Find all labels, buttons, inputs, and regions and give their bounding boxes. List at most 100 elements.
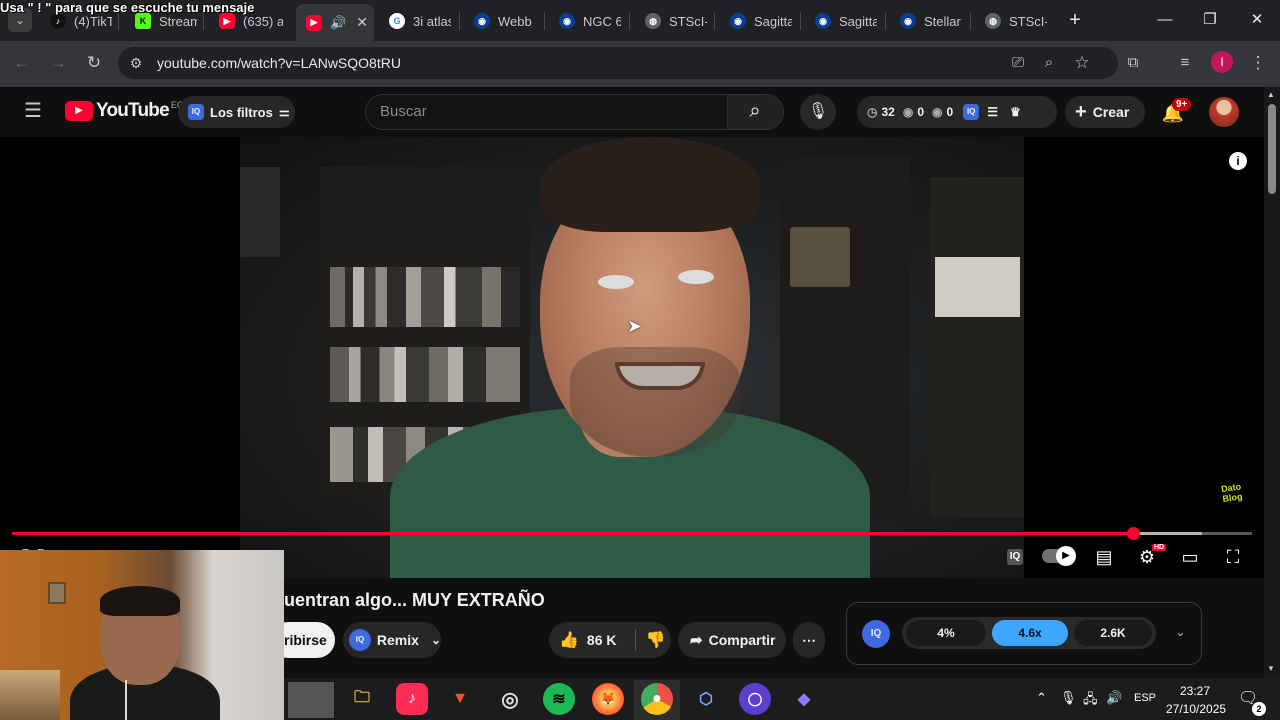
tray-language[interactable]: ESP xyxy=(1134,692,1156,704)
autoplay-toggle[interactable]: ▶ xyxy=(1042,546,1076,566)
poster xyxy=(935,257,1020,317)
progress-scrubber-handle[interactable] xyxy=(1126,527,1140,540)
brave-browser-icon[interactable]: ▼ xyxy=(444,683,476,715)
tab-sagitta-1[interactable]: ◉ Sagitta xyxy=(730,6,792,36)
channel-avatar[interactable] xyxy=(1209,97,1239,127)
webcam-person-hair xyxy=(100,586,180,616)
obs-studio-icon[interactable]: ◎ xyxy=(494,683,526,715)
hamburger-menu-icon[interactable]: ☰ xyxy=(21,99,45,123)
bookmark-star-icon[interactable]: ☆ xyxy=(1070,51,1094,75)
iq-stat-percent[interactable]: 4% xyxy=(906,620,986,646)
thumbs-down-icon[interactable]: 👎 xyxy=(646,630,666,650)
iq-stat-count[interactable]: 2.6K xyxy=(1074,620,1152,646)
create-button[interactable]: + Crear xyxy=(1065,96,1145,128)
tab-title: 3i atlas xyxy=(413,13,451,29)
presenter-eye-left xyxy=(598,275,634,289)
tab-sagitta-2[interactable]: ◉ Sagitta xyxy=(815,6,877,36)
close-window-icon[interactable]: ✕ xyxy=(1237,8,1277,32)
list-icon[interactable]: ☰ xyxy=(987,105,998,119)
browser-menu-icon[interactable]: ⋮ xyxy=(1246,51,1270,75)
file-explorer-icon[interactable]: 🗀 xyxy=(346,683,378,715)
scroll-up-arrow-icon[interactable]: ▲ xyxy=(1267,90,1275,99)
restore-icon[interactable]: ❐ xyxy=(1190,8,1230,32)
tray-volume-icon[interactable]: 🔊 xyxy=(1106,690,1122,706)
forward-icon[interactable]: → xyxy=(46,51,70,75)
share-arrow-icon: ➦ xyxy=(690,632,703,649)
like-button[interactable]: 👍 86 K 👎 xyxy=(549,622,671,658)
address-url[interactable]: youtube.com/watch?v=LANwSQO8tRU xyxy=(157,55,401,71)
remix-button[interactable]: IQ Remix ⌄ xyxy=(343,622,441,658)
media-controls-icon[interactable]: ≡ xyxy=(1173,51,1197,75)
youtube-logo[interactable]: ▶ YouTube EC xyxy=(65,100,183,122)
tiktok-app-icon[interactable]: ♪ xyxy=(396,683,428,715)
site-info-icon[interactable]: ⚙ xyxy=(124,51,148,75)
zoom-icon[interactable]: ⌕ xyxy=(1037,51,1061,75)
nasa-icon: ◉ xyxy=(815,13,831,29)
back-icon[interactable]: ← xyxy=(10,51,34,75)
spotify-icon[interactable]: ≋ xyxy=(543,683,575,715)
launcher-icon[interactable]: ◆ xyxy=(788,683,820,715)
tab-webb[interactable]: ◉ Webb xyxy=(474,6,536,36)
firefox-icon[interactable]: 🦊 xyxy=(592,683,624,715)
close-tab-icon[interactable]: ✕ xyxy=(356,14,368,31)
youtube-play-logo-icon: ▶ xyxy=(65,101,93,121)
iq-player-icon[interactable]: IQ xyxy=(1000,542,1030,572)
tiktok-icon: ♪ xyxy=(50,13,66,29)
fullscreen-icon[interactable]: ⛶ xyxy=(1218,542,1248,572)
profile-avatar[interactable]: I xyxy=(1211,51,1233,73)
extensions-icon[interactable]: ⧉ xyxy=(1121,51,1145,75)
trophy-icon[interactable]: ♛ xyxy=(1010,105,1021,119)
more-actions-button[interactable]: ⋯ xyxy=(793,622,825,658)
minimize-icon[interactable]: — xyxy=(1145,8,1185,32)
presenter-hair xyxy=(540,137,760,232)
iq-panel-logo-icon[interactable]: IQ xyxy=(862,620,890,648)
streaming-tool-icon[interactable]: ⬡ xyxy=(690,683,722,715)
filters-button[interactable]: IQ Los filtros ⚌ xyxy=(178,96,295,128)
tab-separator xyxy=(544,12,545,30)
like-dislike-divider xyxy=(634,629,636,651)
tab-separator xyxy=(629,12,630,30)
iq-stat-multiplier[interactable]: 4.6x xyxy=(992,620,1068,646)
tab-stellar[interactable]: ◉ Stellar xyxy=(900,6,962,36)
theater-mode-icon[interactable]: ▭ xyxy=(1175,542,1205,572)
clock-date[interactable]: 27/10/2025 xyxy=(1166,702,1226,716)
scrollbar-thumb[interactable] xyxy=(1268,104,1276,194)
taskbar-search-field[interactable] xyxy=(288,682,334,718)
subtitles-icon[interactable]: ▤ xyxy=(1089,542,1119,572)
scroll-down-arrow-icon[interactable]: ▼ xyxy=(1267,664,1275,673)
books-row xyxy=(330,347,520,402)
share-label: Compartir xyxy=(708,632,776,648)
tab-title: STScI-0 xyxy=(669,13,707,29)
share-button[interactable]: ➦ Compartir xyxy=(678,622,786,658)
voice-search-button[interactable]: 🎙 xyxy=(800,94,836,130)
video-frame xyxy=(240,137,1024,578)
tab-stsci-2[interactable]: ◍ STScI-0 xyxy=(985,6,1047,36)
new-tab-icon[interactable]: + xyxy=(1055,8,1095,32)
globe-icon: ◍ xyxy=(645,13,661,29)
subscribe-label: ribirse xyxy=(284,632,327,648)
kick-icon: K xyxy=(135,13,151,29)
youtube-wordmark: YouTube xyxy=(96,100,170,121)
channel-watermark[interactable]: Dato Blog xyxy=(1220,480,1253,508)
tray-overflow-icon[interactable]: ⌃ xyxy=(1036,690,1047,706)
speaker-icon[interactable]: 🔊 xyxy=(330,15,346,31)
iq-panel-expand-icon[interactable]: ⌄ xyxy=(1175,624,1186,640)
tab-google-search[interactable]: G 3i atlas xyxy=(389,6,451,36)
tab-ngc[interactable]: ◉ NGC 6 xyxy=(559,6,621,36)
globe-icon: ◍ xyxy=(985,13,1001,29)
tab-stsci-1[interactable]: ◍ STScI-0 xyxy=(645,6,707,36)
tray-microphone-icon[interactable]: 🎙 xyxy=(1060,690,1077,706)
hd-badge: HD xyxy=(1152,544,1167,551)
reload-icon[interactable]: ↻ xyxy=(82,51,106,75)
video-player[interactable]: i Dato Blog xyxy=(0,137,1264,578)
install-app-icon[interactable]: ⎚ xyxy=(1006,51,1030,75)
tab-youtube-active[interactable]: ▶ 🔊 ✕ xyxy=(296,4,374,41)
tray-network-icon[interactable]: 🖧 xyxy=(1083,690,1098,712)
picture-frame xyxy=(240,167,280,257)
info-icon[interactable]: i xyxy=(1229,152,1247,170)
iq-logo-icon[interactable]: IQ xyxy=(963,104,980,120)
youtube-icon: ▶ xyxy=(219,13,235,29)
chat-app-icon[interactable]: ◯ xyxy=(739,683,771,715)
clock-time[interactable]: 23:27 xyxy=(1180,684,1210,698)
webcam-wall-frame xyxy=(48,582,66,604)
